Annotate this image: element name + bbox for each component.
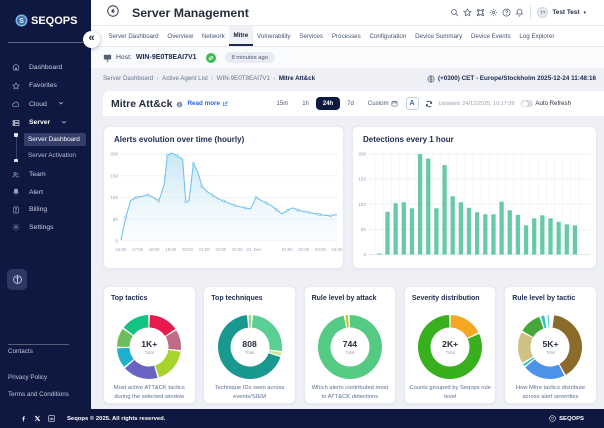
svg-text:50: 50 <box>113 217 119 222</box>
svg-text:22:00: 22:00 <box>215 247 226 252</box>
svg-text:200: 200 <box>110 152 118 157</box>
svg-text:150: 150 <box>358 177 366 182</box>
svg-text:16:00: 16:00 <box>116 247 127 252</box>
svg-text:100: 100 <box>110 195 118 200</box>
svg-text:18:00: 18:00 <box>149 247 160 252</box>
svg-text:200: 200 <box>358 152 366 157</box>
svg-text:04:00: 04:00 <box>332 247 343 252</box>
svg-text:02:00: 02:00 <box>298 247 309 252</box>
svg-text:100: 100 <box>358 202 366 207</box>
svg-text:23:00: 23:00 <box>232 247 243 252</box>
svg-text:17:00: 17:00 <box>132 247 143 252</box>
svg-text:150: 150 <box>110 173 118 178</box>
svg-text:C: C <box>551 417 554 421</box>
svg-text:03:00: 03:00 <box>315 247 326 252</box>
svg-text:S: S <box>19 18 24 25</box>
svg-text:0: 0 <box>363 252 366 257</box>
svg-text:01:00: 01:00 <box>282 247 293 252</box>
svg-text:20:00: 20:00 <box>182 247 193 252</box>
svg-text:21:00: 21:00 <box>199 247 210 252</box>
svg-text:50: 50 <box>361 227 367 232</box>
svg-text:24. Dec: 24. Dec <box>246 247 262 252</box>
svg-text:19:00: 19:00 <box>165 247 176 252</box>
svg-text:0: 0 <box>115 239 118 244</box>
